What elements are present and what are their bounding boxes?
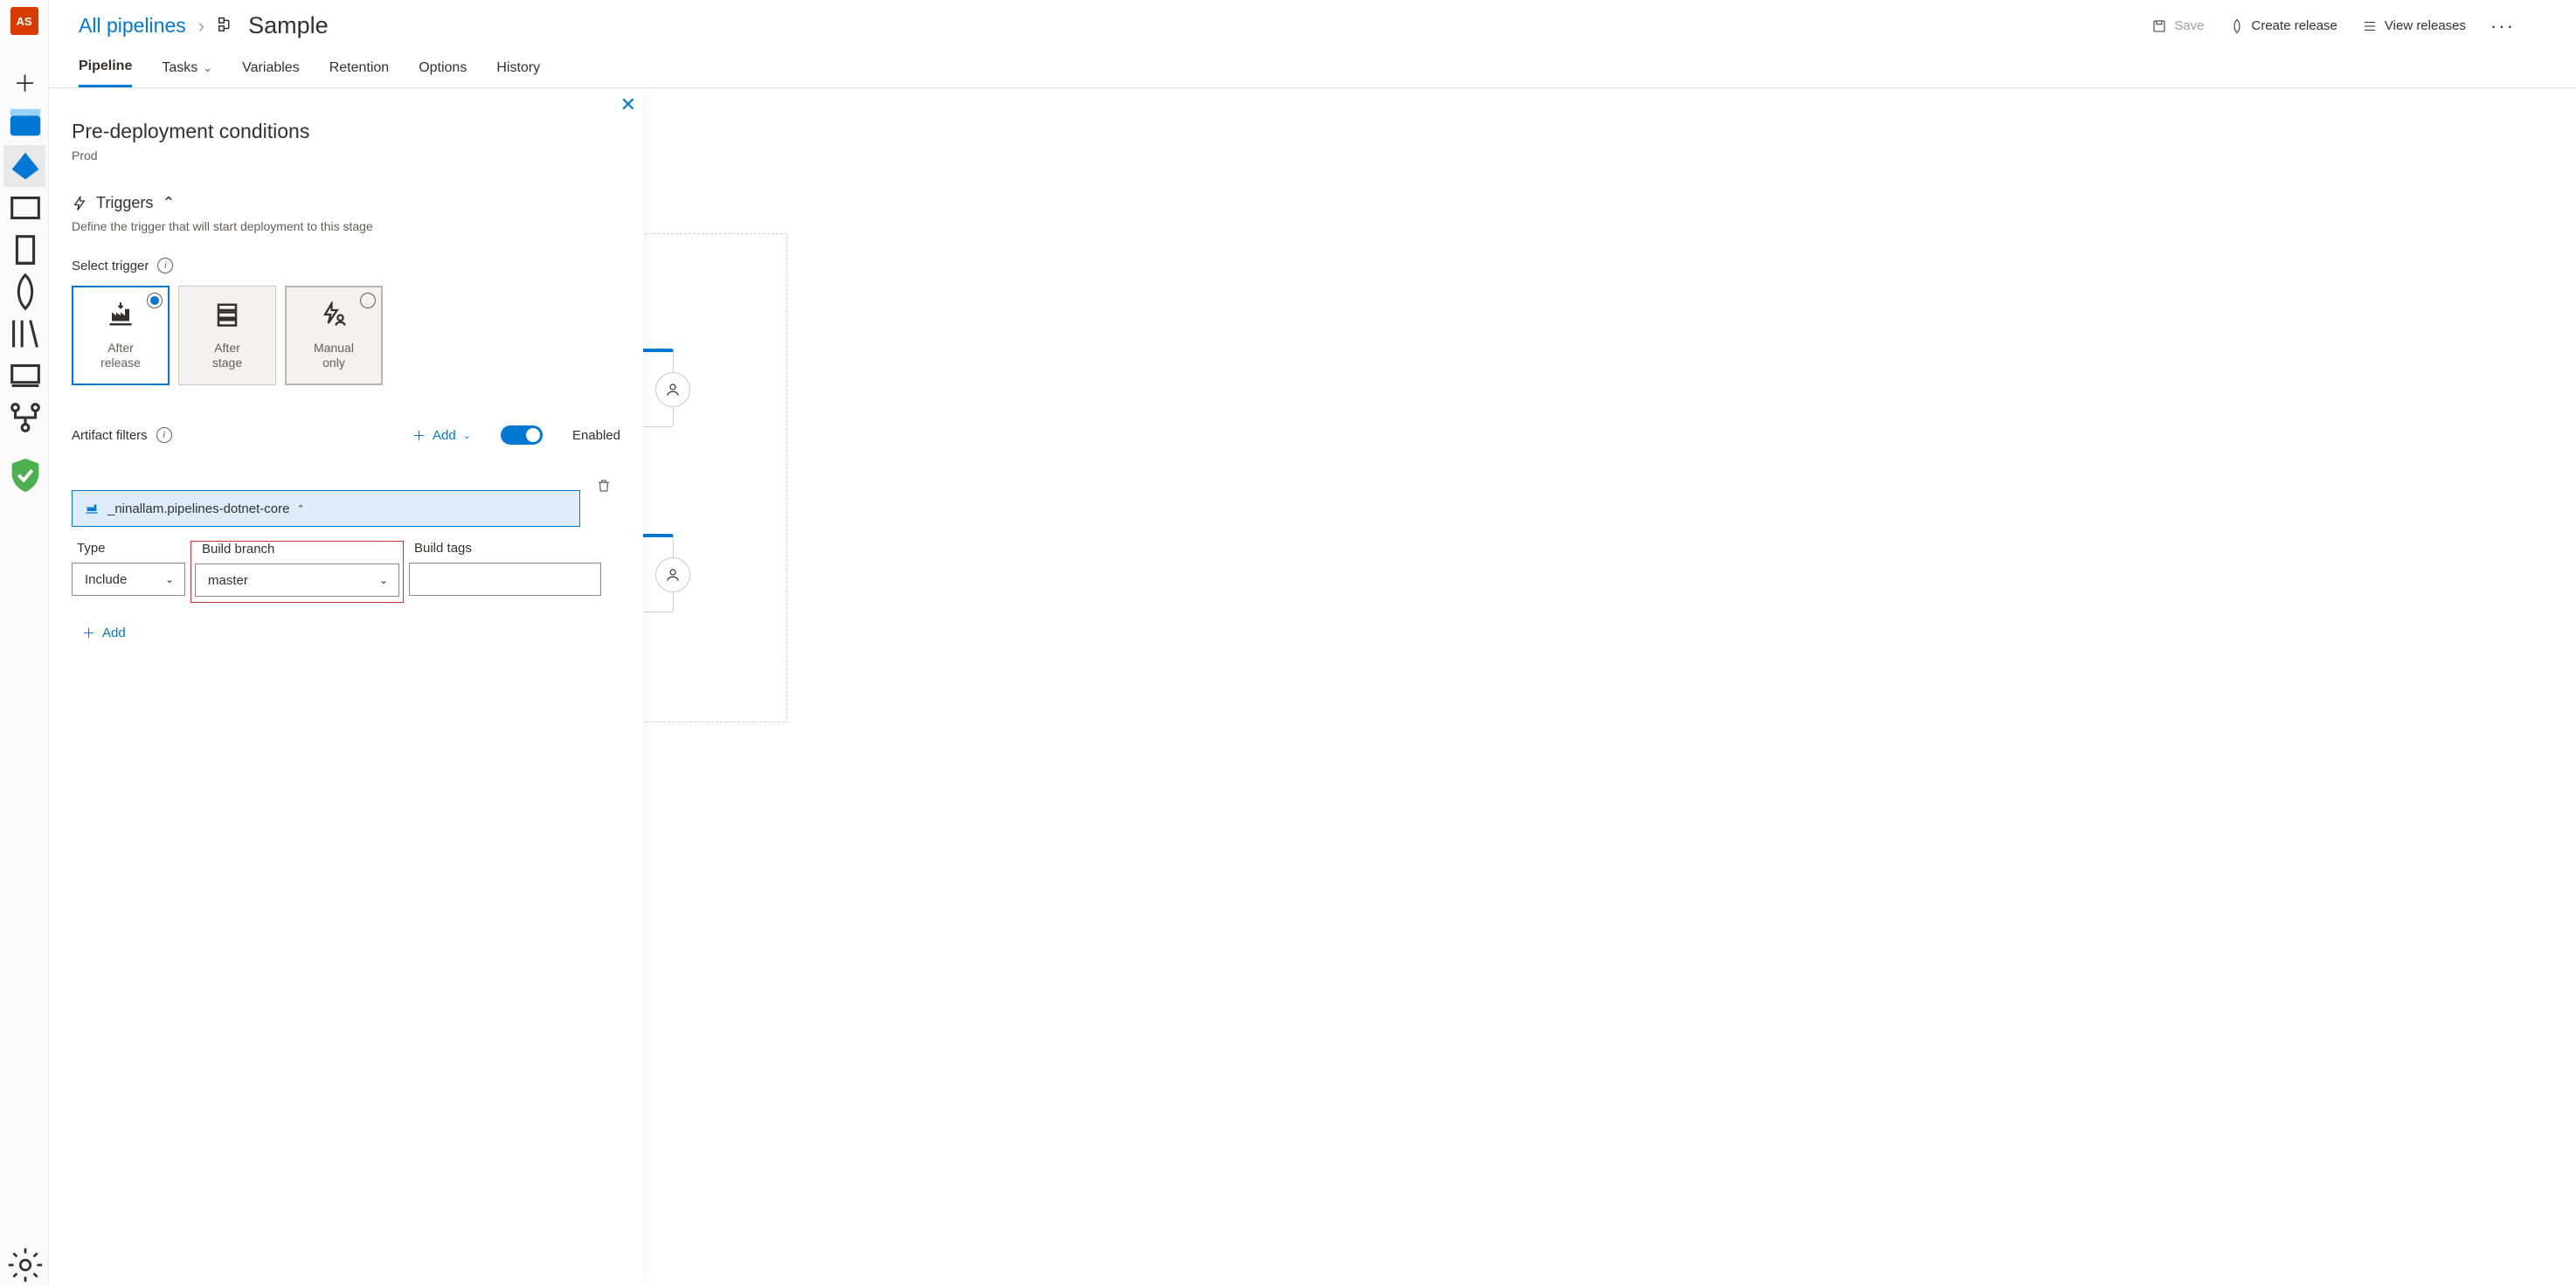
breadcrumb-current: Sample [248,12,329,39]
enabled-toggle[interactable] [501,425,543,445]
environments-icon[interactable] [3,229,45,271]
save-label: Save [2174,18,2204,33]
postdeploy-dev-button[interactable] [655,372,690,407]
branch-value: master [208,573,248,588]
tabs: Pipeline Tasks ⌄ Variables Retention Opti… [49,45,2576,88]
panel-subtitle: Prod [72,149,620,162]
overview-icon[interactable] [3,103,45,145]
branch-select[interactable]: master ⌄ [195,563,399,597]
help-icon[interactable]: i [157,258,173,273]
predeploy-panel: ✕ Pre-deployment conditions Prod Trigger… [49,88,643,1286]
col-type-label: Type [72,541,185,556]
view-releases-label: View releases [2385,18,2466,33]
deploymentgroups-icon[interactable] [3,397,45,439]
panel-title: Pre-deployment conditions [72,120,620,143]
bolt-person-icon [321,301,347,334]
triggers-collapser[interactable]: Triggers ⌃ [72,194,620,212]
chevron-down-icon: ⌄ [379,574,388,586]
new-item[interactable]: ＋ [3,61,45,103]
col-tags-label: Build tags [409,541,601,556]
tab-tasks-label: Tasks [162,60,197,76]
save-button: Save [2151,18,2204,34]
chevron-up-icon: ⌃ [296,503,304,515]
radio-icon [360,293,376,308]
chevron-right-icon: › [198,15,204,38]
type-select[interactable]: Include ⌄ [72,563,185,596]
chevron-up-icon: ⌃ [162,194,175,212]
type-value: Include [85,572,127,587]
left-nav: AS ＋ [0,0,49,1286]
col-branch-label: Build branch [195,542,399,557]
chevron-down-icon: ⌄ [203,61,212,75]
view-releases-button[interactable]: View releases [2362,18,2466,34]
releases-icon[interactable] [3,271,45,313]
tags-input[interactable] [409,563,601,596]
breadcrumb: All pipelines › Sample Save Create relea… [49,0,2576,45]
select-trigger-label: Select trigger [72,259,149,273]
radio-icon [147,293,163,308]
enabled-label: Enabled [572,428,620,443]
tab-history[interactable]: History [496,59,540,87]
close-panel-button[interactable]: ✕ [620,93,636,116]
trigger-after-stage[interactable]: Afterstage [178,286,276,385]
tab-tasks[interactable]: Tasks ⌄ [162,59,212,87]
tab-options[interactable]: Options [419,59,467,87]
add-filter-button[interactable]: ＋Add ⌄ [412,426,471,445]
server-icon [214,301,240,334]
factory-download-icon [107,301,134,334]
postdeploy-prod-button[interactable] [655,557,690,592]
security-icon[interactable] [3,454,45,496]
tab-pipeline[interactable]: Pipeline [79,59,132,87]
rail-items-more[interactable] [3,187,45,229]
library-icon[interactable] [3,313,45,355]
filter-accordion[interactable]: _ninallam.pipelines-dotnet-core ⌃ [72,490,580,527]
create-release-button[interactable]: Create release [2229,18,2337,34]
trigger-after-release[interactable]: Afterrelease [72,286,170,385]
pipelines-icon[interactable] [3,145,45,187]
delete-filter-button[interactable] [587,467,620,504]
create-release-label: Create release [2252,18,2337,33]
trigger-manual-only[interactable]: Manualonly [285,286,383,385]
add-condition-button[interactable]: ＋Add [72,624,620,642]
more-actions-button[interactable]: ··· [2490,15,2515,38]
build-icon [85,501,99,517]
tab-variables[interactable]: Variables [242,59,300,87]
triggers-label: Triggers [96,194,153,212]
avatar[interactable]: AS [10,7,38,35]
filter-name: _ninallam.pipelines-dotnet-core [107,501,289,516]
taskgroups-icon[interactable] [3,355,45,397]
chevron-down-icon: ⌄ [165,573,174,585]
triggers-hint: Define the trigger that will start deplo… [72,219,620,233]
settings-icon[interactable] [3,1244,45,1286]
artifact-filters-label: Artifact filters [72,428,148,443]
help-icon[interactable]: i [156,427,172,443]
breadcrumb-root[interactable]: All pipelines [79,14,186,38]
release-definition-icon [217,14,236,38]
tab-retention[interactable]: Retention [329,59,390,87]
